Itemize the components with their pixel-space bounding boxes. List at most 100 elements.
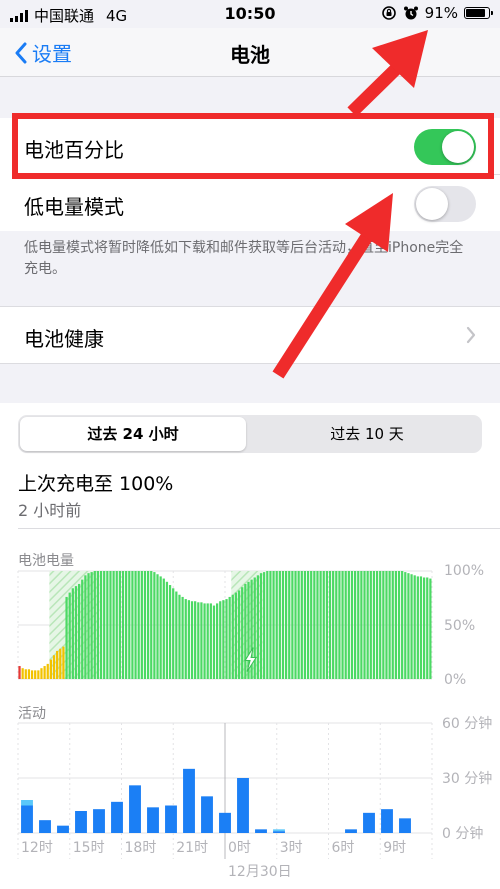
low-power-mode-footnote: 低电量模式将暂时降低如下载和邮件获取等后台活动，直至iPhone完全充电。 <box>24 240 464 277</box>
toggle-knob <box>442 131 474 163</box>
navigation-bar: 设置 电池 <box>0 28 500 77</box>
battery-bar <box>81 579 84 679</box>
activity-bar-screen-on <box>129 785 141 833</box>
toggle-group: 电池百分比 低电量模式 <box>0 118 500 231</box>
battery-bar <box>410 574 413 679</box>
battery-bar <box>65 596 68 679</box>
battery-bar <box>272 571 275 679</box>
x-tick-label: 21时 <box>176 840 208 856</box>
battery-bar <box>259 573 263 679</box>
battery-bar <box>322 571 325 679</box>
battery-bar <box>244 583 247 679</box>
low-power-mode-row: 低电量模式 <box>0 175 500 231</box>
battery-bar <box>388 571 391 679</box>
battery-bar <box>350 571 354 679</box>
battery-bar <box>200 602 203 679</box>
battery-level-chart: 100% 50% 0% <box>17 563 484 688</box>
activity-bar-screen-on <box>201 796 213 833</box>
battery-bar <box>382 571 385 679</box>
battery-bar <box>426 577 429 679</box>
battery-bar <box>18 666 21 679</box>
battery-bar <box>162 578 165 679</box>
x-tick-label: 6时 <box>332 840 355 856</box>
battery-health-row[interactable]: 电池健康 <box>0 307 500 363</box>
battery-bar <box>275 571 278 679</box>
battery-bar <box>328 571 332 679</box>
battery-bar <box>206 603 209 679</box>
battery-bar <box>363 571 366 679</box>
activity-bar-screen-on <box>93 809 105 833</box>
battery-bar <box>178 594 181 679</box>
battery-bar <box>49 659 52 679</box>
battery-bar <box>93 571 96 679</box>
battery-bar <box>56 650 59 679</box>
battery-bar <box>112 571 115 679</box>
activity-bar-screen-on <box>165 805 177 833</box>
y-tick-label: 100% <box>444 563 484 579</box>
battery-bar <box>118 571 121 679</box>
status-right: 91% <box>381 4 493 22</box>
battery-bar <box>401 571 404 679</box>
battery-bar <box>416 576 419 679</box>
battery-bar <box>153 572 156 679</box>
battery-percentage-row: 电池百分比 <box>0 118 500 174</box>
battery-bar <box>184 599 187 679</box>
battery-bar <box>146 571 150 679</box>
x-tick-label: 9时 <box>383 840 406 856</box>
activity-bar-screen-on <box>219 812 231 833</box>
battery-bar <box>316 571 319 679</box>
battery-percent-text: 91% <box>424 4 458 22</box>
battery-bar <box>263 572 266 679</box>
battery-bar <box>303 571 307 679</box>
battery-bar <box>121 571 125 679</box>
battery-bar <box>225 599 228 679</box>
battery-bar <box>338 571 341 679</box>
page-title: 电池 <box>230 43 270 67</box>
battery-bar <box>84 575 87 679</box>
battery-percentage-toggle[interactable] <box>414 129 476 165</box>
battery-bar <box>269 571 272 679</box>
battery-bar <box>325 571 328 679</box>
toggle-knob <box>416 188 448 220</box>
battery-bar <box>357 571 360 679</box>
x-tick-label: 15时 <box>73 840 105 856</box>
battery-bar <box>156 574 159 679</box>
activity-bar-screen-on <box>237 778 249 833</box>
battery-bar <box>281 571 285 679</box>
battery-bar <box>291 571 294 679</box>
y-tick-label: 60 分钟 <box>442 715 492 732</box>
battery-bar <box>369 571 372 679</box>
battery-bar <box>397 571 401 679</box>
battery-bar <box>278 571 281 679</box>
y-tick-label: 50% <box>444 618 475 634</box>
battery-bar <box>24 669 27 679</box>
activity-bar-screen-on <box>111 801 123 833</box>
battery-bar <box>228 596 231 679</box>
chevron-right-icon <box>466 326 476 344</box>
battery-bar <box>59 648 62 679</box>
usage-charts: 100% 50% 0% 60 分钟 30 分钟 0 分钟 12时 15时 18时 21时 0时 3时… <box>17 563 492 880</box>
battery-bar <box>21 668 24 679</box>
battery-bar <box>40 668 43 679</box>
battery-bar <box>375 571 379 679</box>
x-tick-label: 12时 <box>21 840 53 856</box>
battery-bar <box>27 669 31 679</box>
battery-icon <box>464 7 493 19</box>
battery-bar <box>46 663 49 679</box>
battery-bar <box>379 571 382 679</box>
battery-bar <box>203 603 206 679</box>
battery-bar <box>394 571 397 679</box>
battery-bar <box>407 573 410 679</box>
battery-bar <box>187 600 190 679</box>
low-power-mode-toggle[interactable] <box>414 186 476 222</box>
activity-bar-screen-on <box>147 807 159 833</box>
battery-bar <box>284 571 288 679</box>
battery-bar <box>300 571 303 679</box>
battery-bar <box>87 573 90 679</box>
battery-bar <box>219 601 222 679</box>
battery-bar <box>237 590 241 679</box>
battery-bar <box>175 591 178 679</box>
battery-bar <box>165 581 169 679</box>
activity-bar-screen-on <box>21 805 33 833</box>
activity-bar-screen-on <box>363 812 375 833</box>
